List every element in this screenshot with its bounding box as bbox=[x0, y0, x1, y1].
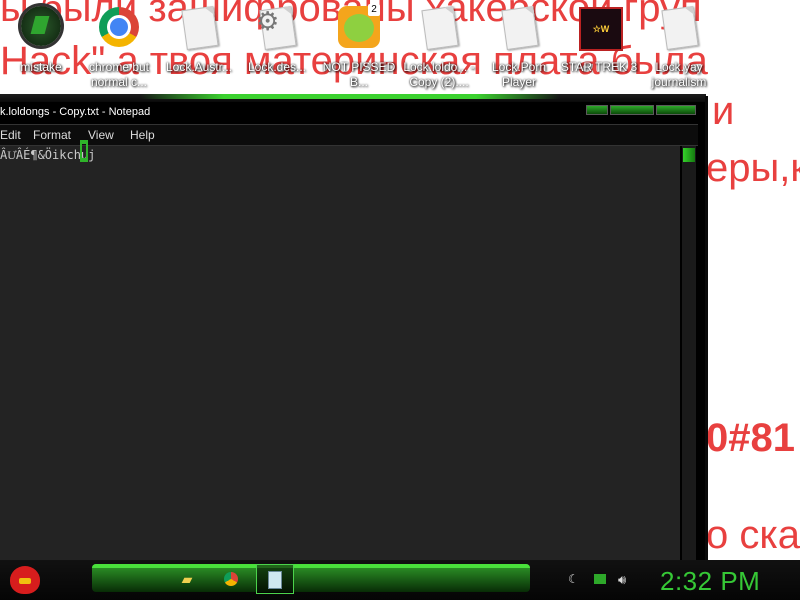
notepad-icon bbox=[268, 571, 282, 589]
app-circle-icon bbox=[21, 6, 61, 46]
desktop-icon-lock-austr[interactable]: Lock.Austr... bbox=[160, 4, 238, 75]
desktop-icon-label: Lock.Porn Player bbox=[491, 60, 547, 89]
wallpaper-text-line: 0#81 bbox=[706, 416, 795, 460]
scrollbar-thumb[interactable] bbox=[683, 148, 695, 162]
star-wars-game-icon: ☆W bbox=[579, 7, 623, 51]
notification-badge: 2 bbox=[368, 4, 380, 16]
desktop-icon-star-trek-3[interactable]: ☆W STAR TREK 3 bbox=[560, 4, 638, 75]
text-document-icon bbox=[421, 5, 459, 51]
desktop-icon-label: STAR TREK 3 bbox=[560, 60, 638, 74]
document-icon bbox=[661, 5, 699, 51]
folder-icon[interactable]: ▰ bbox=[176, 568, 198, 590]
notepad-window[interactable]: k.loldongs - Copy.txt - Notepad Edit For… bbox=[0, 94, 706, 562]
window-title: k.loldongs - Copy.txt - Notepad bbox=[0, 106, 151, 118]
desktop-icon-chrome[interactable]: chrome but normal c... bbox=[80, 4, 158, 90]
wallpaper-text-line: еры,к bbox=[706, 146, 800, 190]
text-editor[interactable]: ÂU҆ÂÉ¶&Öikchuj bbox=[0, 146, 680, 560]
menu-format[interactable]: Format bbox=[33, 128, 71, 142]
chrome-icon[interactable] bbox=[220, 568, 242, 590]
taskbar-band bbox=[92, 564, 530, 592]
wallpaper-text-line: и bbox=[712, 89, 735, 133]
desktop-icon-lock-loldo[interactable]: Lock.loldo... - Copy (2).... bbox=[400, 4, 478, 90]
desktop-icon-lock-yay-journalism[interactable]: Lock.yay journalism bbox=[640, 4, 718, 90]
maximize-button[interactable] bbox=[610, 105, 654, 115]
desktop-icon-label: Lock.loldo... - Copy (2).... bbox=[403, 60, 475, 89]
desktop-icon-label: NOT PISSED B... bbox=[322, 60, 396, 89]
taskbar: ▰ ☾ 🔊︎ 2:32 PM bbox=[0, 560, 800, 600]
desktop-icon-label: mistake bbox=[20, 60, 62, 74]
window-glow bbox=[140, 94, 560, 99]
network-icon[interactable] bbox=[594, 574, 606, 584]
document-icon bbox=[501, 5, 539, 51]
desktop-icon-label: chrome but normal c... bbox=[88, 60, 150, 89]
desktop-icon-not-pissed[interactable]: 2 NOT PISSED B... bbox=[320, 4, 398, 90]
desktop-icon-mistake[interactable]: mistake bbox=[2, 4, 80, 75]
menu-bar: Edit Format View Help bbox=[0, 124, 698, 146]
chrome-icon bbox=[99, 7, 139, 47]
menu-view[interactable]: View bbox=[88, 128, 114, 142]
close-button[interactable] bbox=[656, 105, 696, 115]
clock[interactable]: 2:32 PM bbox=[660, 566, 760, 597]
wallpaper-text-line: о ска bbox=[706, 513, 800, 557]
window-frame-right bbox=[705, 96, 708, 560]
desktop-icon-label: Lock.Austr... bbox=[165, 60, 233, 74]
volume-icon[interactable]: 🔊︎ bbox=[618, 572, 626, 588]
minimize-button[interactable] bbox=[586, 105, 608, 115]
document-icon bbox=[181, 5, 219, 51]
menu-help[interactable]: Help bbox=[130, 128, 155, 142]
desktop-icon-lock-porn-player[interactable]: Lock.Porn Player bbox=[480, 4, 558, 90]
mouse-cursor-icon bbox=[80, 140, 88, 162]
menu-edit[interactable]: Edit bbox=[0, 128, 21, 142]
moon-icon[interactable]: ☾ bbox=[568, 572, 579, 586]
desktop-icon-label: Lock.des... bbox=[247, 60, 307, 74]
gear-icon: ⚙ bbox=[256, 6, 280, 36]
angry-bird-start-icon bbox=[10, 566, 40, 594]
desktop-icon-lock-des[interactable]: ⚙ Lock.des... bbox=[238, 4, 316, 75]
notepad-taskbar-button[interactable] bbox=[256, 564, 294, 594]
desktop-icon-label: Lock.yay journalism bbox=[651, 60, 707, 89]
start-button[interactable] bbox=[6, 562, 46, 598]
vertical-scrollbar[interactable] bbox=[682, 146, 696, 560]
